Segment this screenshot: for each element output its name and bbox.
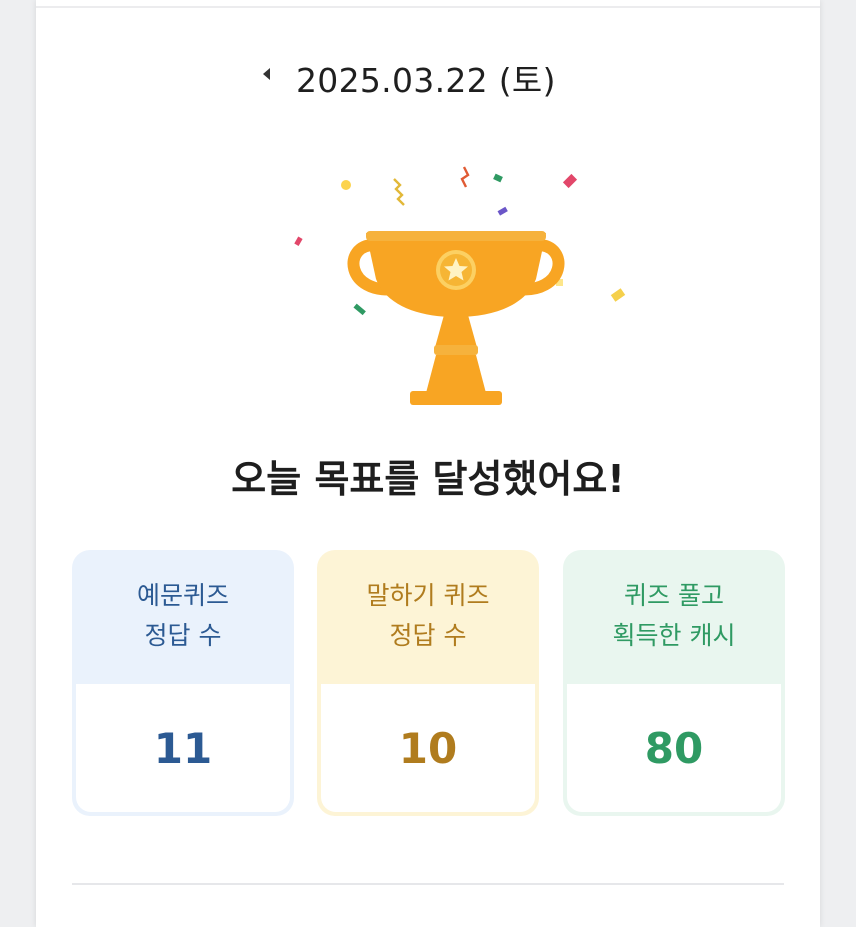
trophy-icon <box>294 166 626 405</box>
date-label: 2025.03.22 (토) <box>296 61 556 100</box>
section-divider <box>72 883 784 885</box>
speaking-quiz-card: 말하기 퀴즈 정답 수 10 <box>317 550 539 816</box>
card-value: 80 <box>567 684 781 812</box>
card-label-line1: 퀴즈 풀고 <box>624 581 724 610</box>
card-label-line2: 정답 수 <box>389 621 467 650</box>
card-label: 퀴즈 풀고 획득한 캐시 <box>563 550 785 682</box>
chevron-left-icon[interactable] <box>260 62 276 86</box>
card-label-line1: 예문퀴즈 <box>136 581 229 610</box>
earned-cash-card: 퀴즈 풀고 획득한 캐시 80 <box>563 550 785 816</box>
card-label-line1: 말하기 퀴즈 <box>366 581 490 610</box>
card-value: 10 <box>321 684 535 812</box>
card-label-line2: 정답 수 <box>144 621 222 650</box>
achievement-page: 2025.03.22 (토) 오늘 목표를 달성했어요! 예문퀴즈 정답 수 1… <box>36 0 820 927</box>
trophy-illustration <box>246 155 626 415</box>
card-value: 11 <box>76 684 290 812</box>
card-label: 예문퀴즈 정답 수 <box>72 550 294 682</box>
date-navigation: 2025.03.22 (토) <box>36 52 820 100</box>
goal-achieved-headline: 오늘 목표를 달성했어요! <box>231 457 625 501</box>
card-label: 말하기 퀴즈 정답 수 <box>317 550 539 682</box>
example-quiz-card: 예문퀴즈 정답 수 11 <box>72 550 294 816</box>
card-label-line2: 획득한 캐시 <box>612 621 736 650</box>
